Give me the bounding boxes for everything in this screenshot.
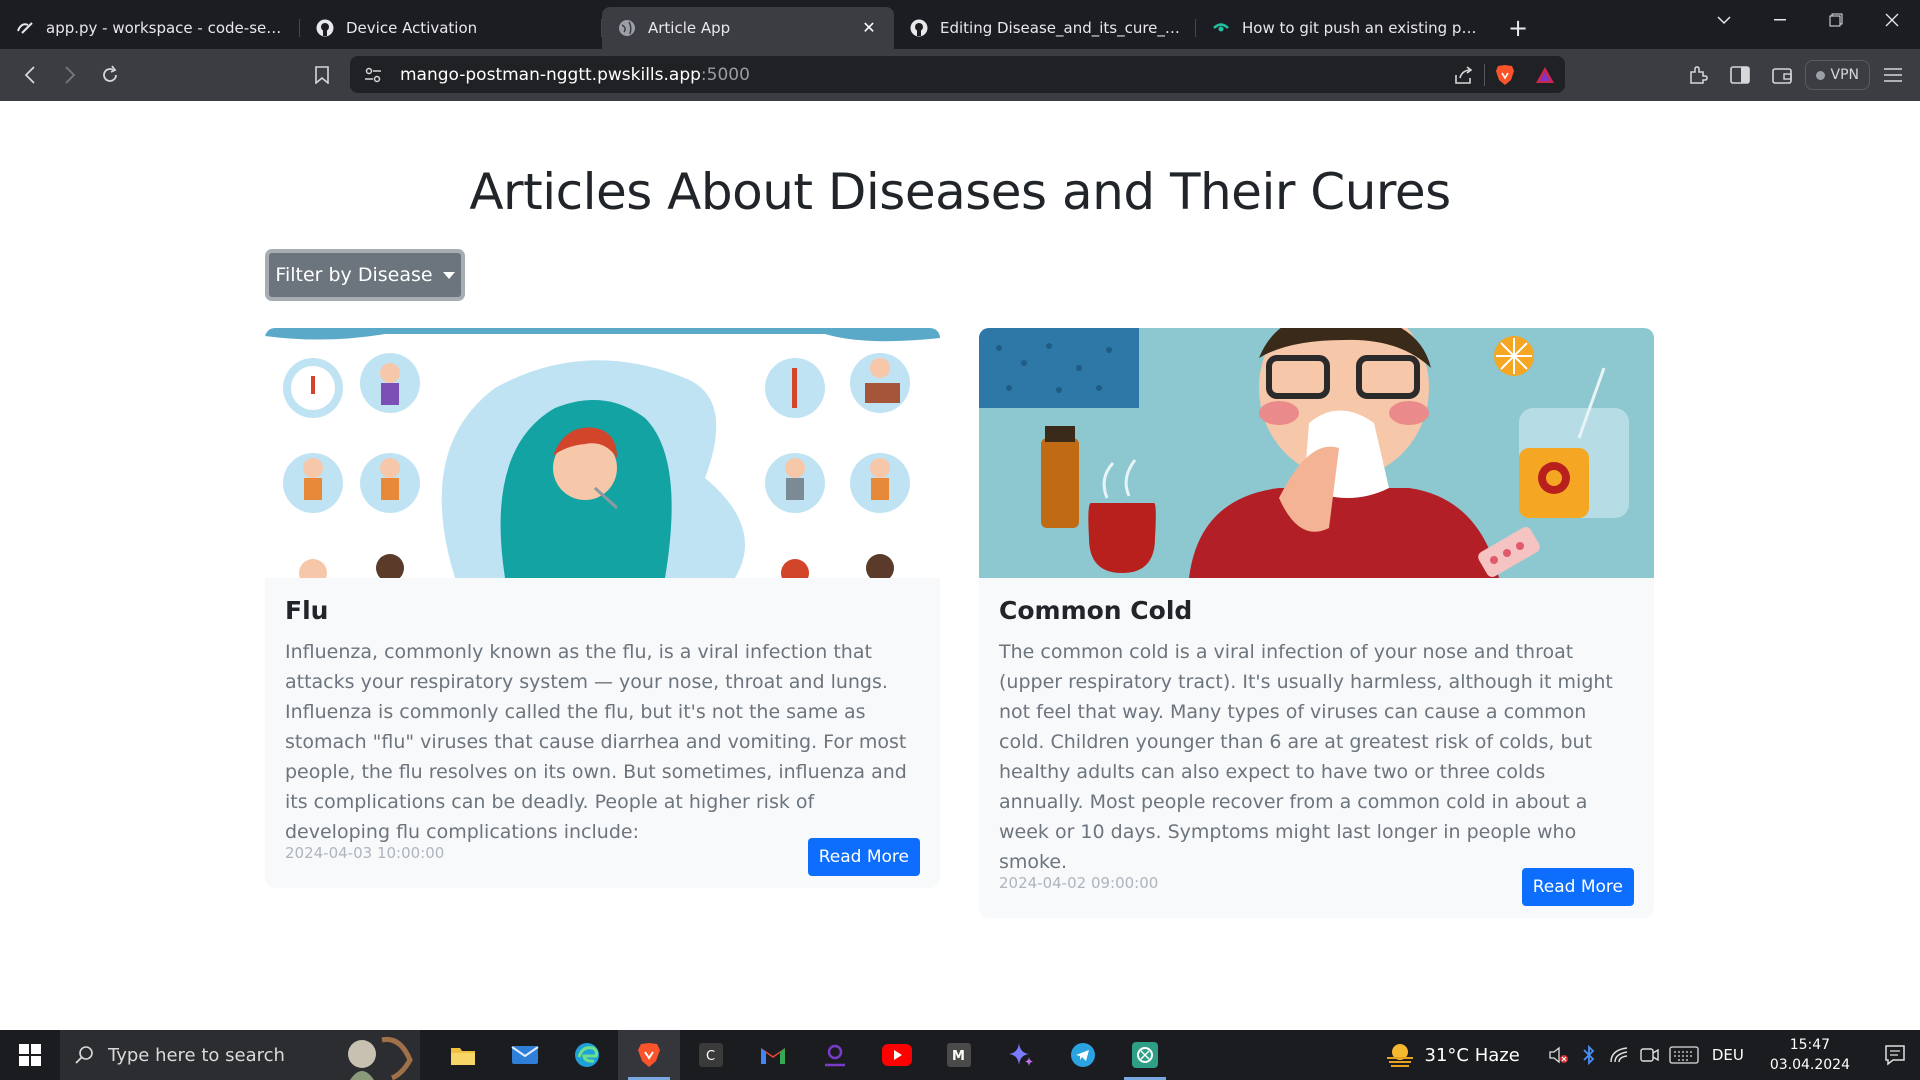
brave-shields-icon[interactable] (1485, 56, 1525, 93)
caret-down-icon (442, 271, 455, 279)
vpn-status-icon (1815, 70, 1825, 80)
card-body: Common Cold The common cold is a viral i… (979, 578, 1654, 877)
address-bar[interactable]: mango-postman-nggtt.pwskills.app:5000 (350, 56, 1565, 93)
vpn-label: VPN (1830, 67, 1860, 83)
reload-icon[interactable] (90, 55, 130, 95)
browser-tab-strip: app.py - workspace - code-server Device … (0, 0, 1920, 49)
article-title: Flu (285, 596, 329, 625)
tab-device-activation[interactable]: Device Activation (300, 7, 602, 49)
tab-label: Editing Disease_and_its_cure_flask_ap (940, 19, 1180, 37)
article-card-flu: Flu Influenza, commonly known as the flu… (265, 328, 940, 888)
filter-label: Filter by Disease (275, 264, 433, 286)
globe-icon (618, 19, 636, 37)
vpn-button[interactable]: VPN (1804, 60, 1870, 90)
article-card-common-cold: Common Cold The common cold is a viral i… (979, 328, 1654, 918)
share-icon[interactable] (1444, 56, 1484, 93)
menu-icon[interactable] (1874, 56, 1912, 94)
start-button[interactable] (0, 1030, 60, 1080)
close-tab-icon[interactable]: ✕ (860, 19, 878, 37)
clock-time: 15:47 (1789, 1037, 1831, 1053)
tab-label: app.py - workspace - code-server (46, 19, 284, 37)
window-controls (1696, 0, 1920, 40)
tab-article-app[interactable]: Article App ✕ (602, 7, 894, 49)
input-language[interactable]: DEU (1712, 1046, 1744, 1064)
tab-code-server[interactable]: app.py - workspace - code-server (0, 7, 300, 49)
weather-widget[interactable]: 31°C Haze (1385, 1043, 1520, 1067)
sidebar-icon[interactable] (1721, 56, 1759, 94)
github-icon (316, 19, 334, 37)
edge-icon[interactable] (556, 1030, 618, 1080)
brave-icon[interactable] (618, 1030, 680, 1080)
site-settings-icon[interactable] (364, 67, 382, 83)
taskbar-search[interactable]: Type here to search (60, 1030, 420, 1080)
telegram-icon[interactable] (1052, 1030, 1114, 1080)
clock[interactable]: 15:47 03.04.2024 (1770, 1035, 1850, 1075)
mail-icon[interactable] (494, 1030, 556, 1080)
chatgpt-icon[interactable] (1114, 1030, 1176, 1080)
bookmark-icon[interactable] (302, 55, 342, 95)
keyboard-icon[interactable] (1664, 1046, 1704, 1064)
tab-editing-flask[interactable]: Editing Disease_and_its_cure_flask_ap (894, 7, 1196, 49)
tab-label: How to git push an existing project t (1242, 19, 1482, 37)
card-body: Flu Influenza, commonly known as the flu… (265, 578, 940, 847)
weather-text: 31°C Haze (1424, 1044, 1520, 1066)
minimize-icon[interactable] (1752, 0, 1808, 40)
taskbar-apps: C M (432, 1030, 1176, 1080)
windows-logo-icon (19, 1044, 41, 1066)
article-date: 2024-04-02 09:00:00 (999, 874, 1159, 892)
terminal-app-icon[interactable]: C (680, 1030, 742, 1080)
camera-icon[interactable] (1634, 1046, 1664, 1064)
search-placeholder: Type here to search (108, 1044, 285, 1066)
browser-toolbar: mango-postman-nggtt.pwskills.app:5000 VP… (0, 49, 1920, 101)
read-more-button[interactable]: Read More (1521, 868, 1634, 906)
article-date: 2024-04-03 10:00:00 (285, 844, 445, 862)
search-icon (75, 1046, 93, 1064)
volume-muted-icon[interactable] (1544, 1046, 1574, 1064)
url-text: mango-postman-nggtt.pwskills.app:5000 (400, 64, 750, 85)
file-explorer-icon[interactable] (432, 1030, 494, 1080)
svg-text:C: C (706, 1049, 715, 1064)
gemini-icon[interactable] (990, 1030, 1052, 1080)
card-footer: 2024-04-02 09:00:00 Read More (999, 868, 1634, 906)
windows-taskbar: Type here to search C M 31°C Haze DEU 15… (0, 1030, 1920, 1080)
notification-icon[interactable] (1870, 1044, 1920, 1066)
forward-icon[interactable] (50, 55, 90, 95)
wallet-icon[interactable] (1763, 56, 1801, 94)
filter-dropdown-button[interactable]: Filter by Disease (265, 249, 465, 301)
github-icon (910, 19, 928, 37)
brave-rewards-icon[interactable] (1525, 56, 1565, 93)
close-window-icon[interactable] (1864, 0, 1920, 40)
medium-icon[interactable]: M (928, 1030, 990, 1080)
card-footer: 2024-04-03 10:00:00 Read More (285, 838, 920, 876)
toolbar-right: VPN (1679, 49, 1920, 101)
code-server-icon (16, 19, 34, 37)
page-title: Articles About Diseases and Their Cures (469, 163, 1451, 221)
bluetooth-icon[interactable] (1574, 1045, 1604, 1065)
gmail-icon[interactable] (742, 1030, 804, 1080)
tab-label: Article App (648, 19, 731, 37)
article-title: Common Cold (999, 596, 1193, 625)
flu-illustration (265, 328, 940, 578)
haze-sun-icon (1386, 1044, 1413, 1067)
clock-date: 03.04.2024 (1769, 1057, 1850, 1073)
extensions-icon[interactable] (1679, 56, 1717, 94)
youtube-icon[interactable] (866, 1030, 928, 1080)
common-cold-illustration (979, 328, 1654, 578)
restore-icon[interactable] (1808, 0, 1864, 40)
article-summary: Influenza, commonly known as the flu, is… (285, 641, 907, 843)
read-more-button[interactable]: Read More (807, 838, 920, 876)
new-tab-button[interactable]: + (1498, 7, 1538, 49)
back-icon[interactable] (10, 55, 50, 95)
tab-git-push[interactable]: How to git push an existing project t (1196, 7, 1498, 49)
chatbot-icon (1212, 19, 1230, 37)
meeting-app-icon[interactable] (804, 1030, 866, 1080)
page-content: Articles About Diseases and Their Cures … (0, 101, 1920, 1030)
network-icon[interactable] (1604, 1046, 1634, 1064)
system-tray: 31°C Haze DEU 15:47 03.04.2024 (1385, 1030, 1920, 1080)
tab-label: Device Activation (346, 19, 478, 37)
search-highlight-icon (348, 1036, 413, 1080)
article-summary: The common cold is a viral infection of … (999, 641, 1613, 873)
tab-search-chevron-icon[interactable] (1696, 0, 1752, 40)
svg-text:M: M (952, 1049, 965, 1064)
